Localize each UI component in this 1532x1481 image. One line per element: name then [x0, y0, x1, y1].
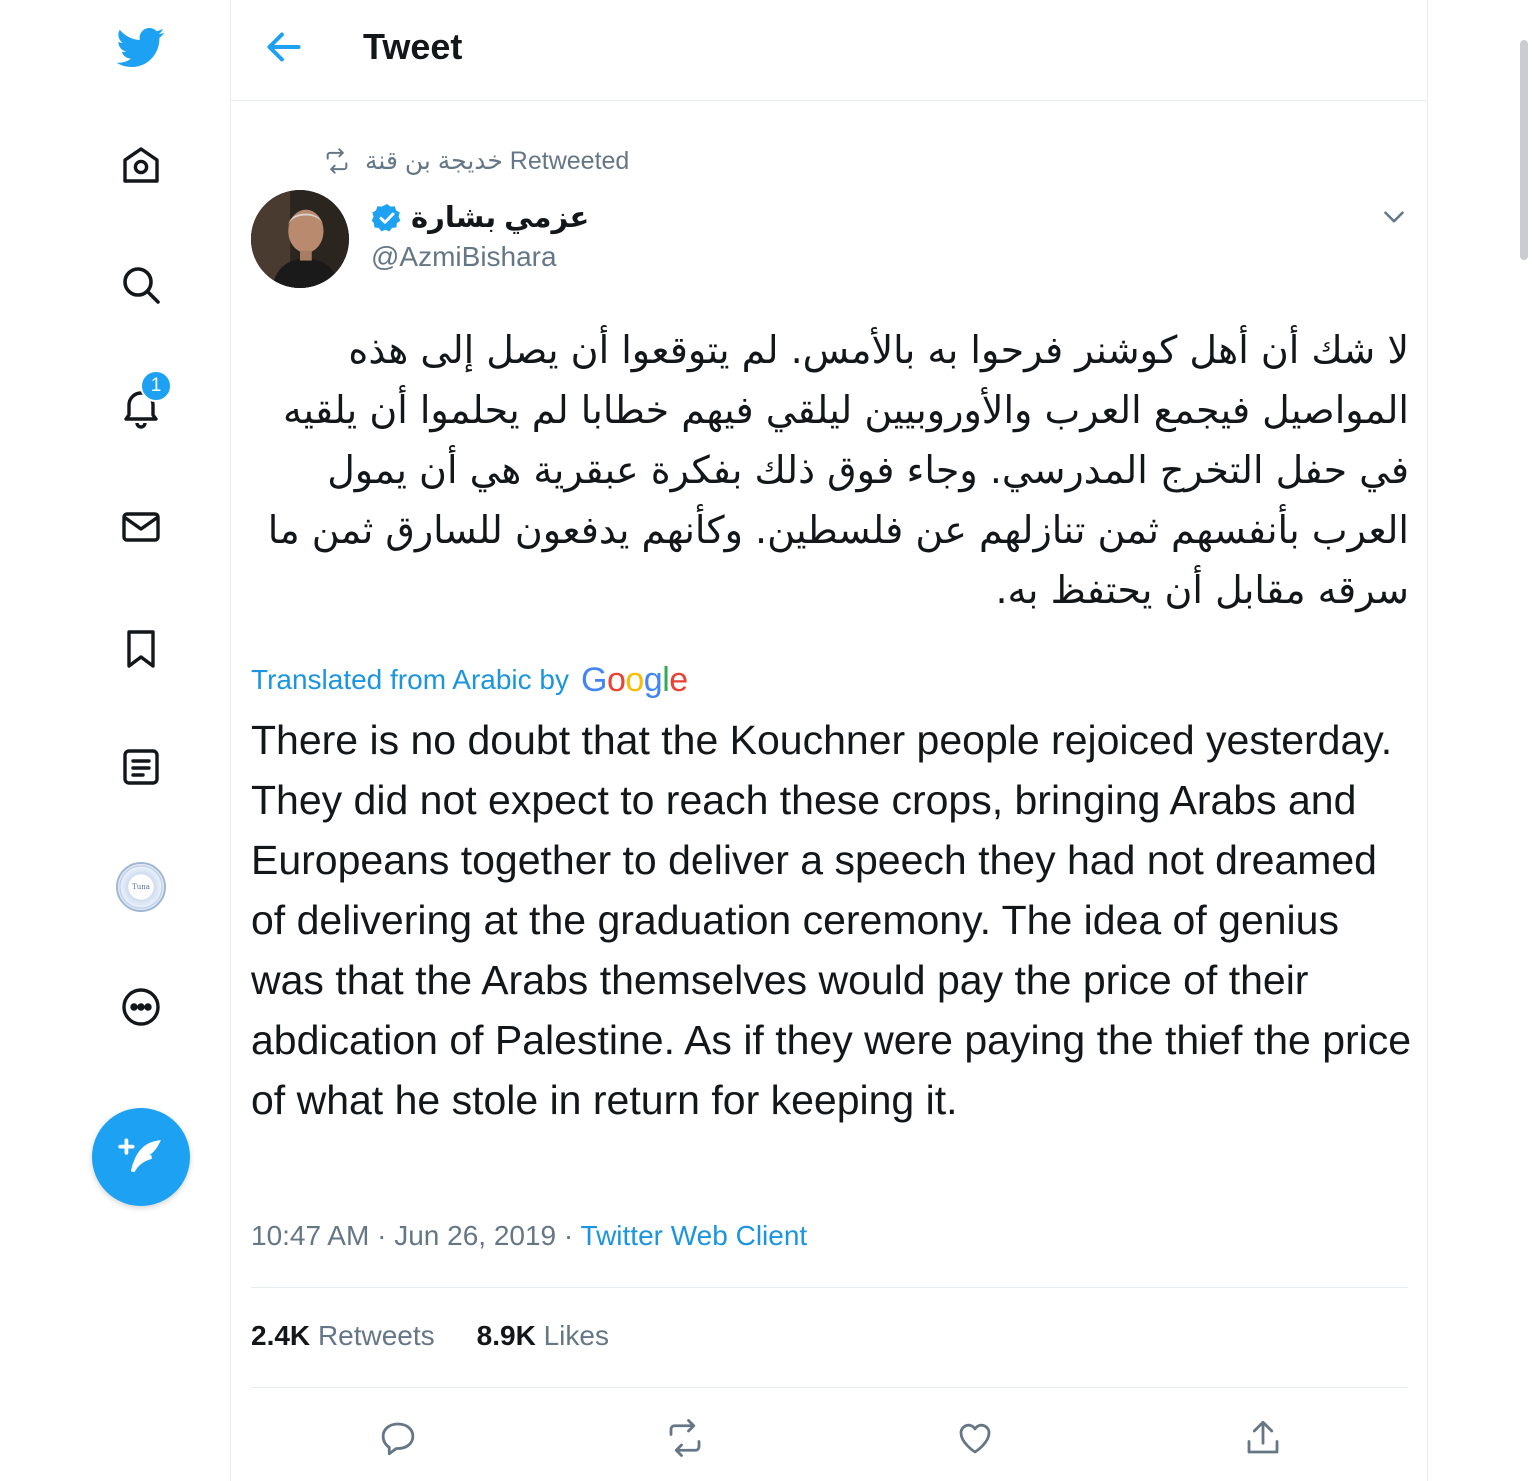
likes-count: 8.9K [476, 1320, 536, 1351]
bookmark-icon[interactable] [110, 618, 172, 680]
retweets-label: Retweets [317, 1320, 435, 1351]
meta-separator: · [377, 1220, 387, 1251]
main-column: Tweet خديجة بن قنة Retweeted عزمي بشارة … [230, 0, 1428, 1481]
reply-button[interactable] [374, 1414, 422, 1462]
retweet-context-text: خديجة بن قنة Retweeted [365, 147, 630, 175]
compose-button[interactable] [92, 1108, 190, 1206]
retweets-stat[interactable]: 2.4K Retweets [251, 1320, 435, 1352]
tweet-source-link[interactable]: Twitter Web Client [581, 1220, 808, 1251]
author-name[interactable]: عزمي بشارة [371, 200, 589, 235]
share-icon [1247, 1420, 1279, 1454]
more-circle-icon[interactable] [110, 976, 172, 1038]
scrollbar[interactable] [1520, 40, 1528, 260]
compose-feather-icon [118, 1138, 161, 1173]
likes-label: Likes [543, 1320, 609, 1351]
chevron-down-icon [1384, 211, 1404, 223]
retweet-button[interactable] [661, 1414, 709, 1462]
profile-avatar-logo: Tuna [132, 883, 150, 891]
home-icon[interactable] [110, 134, 172, 196]
google-logo: Google [580, 660, 688, 699]
likes-stat[interactable]: 8.9K Likes [477, 1320, 609, 1352]
tweet-stats: 2.4K Retweets 8.9K Likes [251, 1320, 609, 1352]
tweet-date[interactable]: Jun 26, 2019 [394, 1220, 556, 1251]
tweet-time[interactable]: 10:47 AM [251, 1220, 369, 1251]
tweet-text-arabic: لا شك أن أهل كوشنر فرحوا به بالأمس. لم ي… [267, 328, 1409, 612]
share-button[interactable] [1239, 1414, 1287, 1462]
tweet-menu-button[interactable] [1377, 200, 1411, 234]
page-header: Tweet [231, 0, 1428, 101]
retweet-icon [669, 1419, 701, 1457]
notification-badge: 1 [140, 370, 172, 402]
back-arrow-icon [267, 32, 301, 62]
page-title: Tweet [363, 26, 463, 67]
heart-icon [959, 1423, 991, 1454]
divider [251, 1287, 1408, 1288]
like-button[interactable] [951, 1414, 999, 1462]
profile-avatar[interactable]: Tuna [116, 862, 166, 912]
verified-badge-icon [371, 202, 403, 234]
author-handle[interactable]: @AzmiBishara [371, 241, 557, 273]
list-icon[interactable] [110, 736, 172, 798]
tweet-text-translation: There is no doubt that the Kouchner peop… [251, 717, 1412, 1123]
twitter-bird-icon[interactable] [110, 16, 172, 78]
author-avatar[interactable] [251, 190, 349, 288]
retweet-icon [326, 148, 348, 174]
translation-label: Translated from Arabic by [251, 664, 569, 695]
back-button[interactable] [259, 22, 309, 72]
sidebar: 1 Tuna [0, 0, 230, 1481]
retweets-count: 2.4K [251, 1320, 311, 1351]
divider [251, 1387, 1408, 1388]
retweet-context[interactable]: خديجة بن قنة Retweeted [323, 144, 629, 178]
translation-attribution: Translated from Arabic by Google [251, 660, 688, 700]
author-name-text: عزمي بشارة [411, 202, 590, 234]
reply-icon [381, 1422, 415, 1456]
search-icon[interactable] [110, 254, 172, 316]
meta-separator: · [563, 1220, 574, 1251]
tweet-timestamp-row: 10:47 AM · Jun 26, 2019 · Twitter Web Cl… [251, 1220, 807, 1252]
mail-icon[interactable] [110, 496, 172, 558]
